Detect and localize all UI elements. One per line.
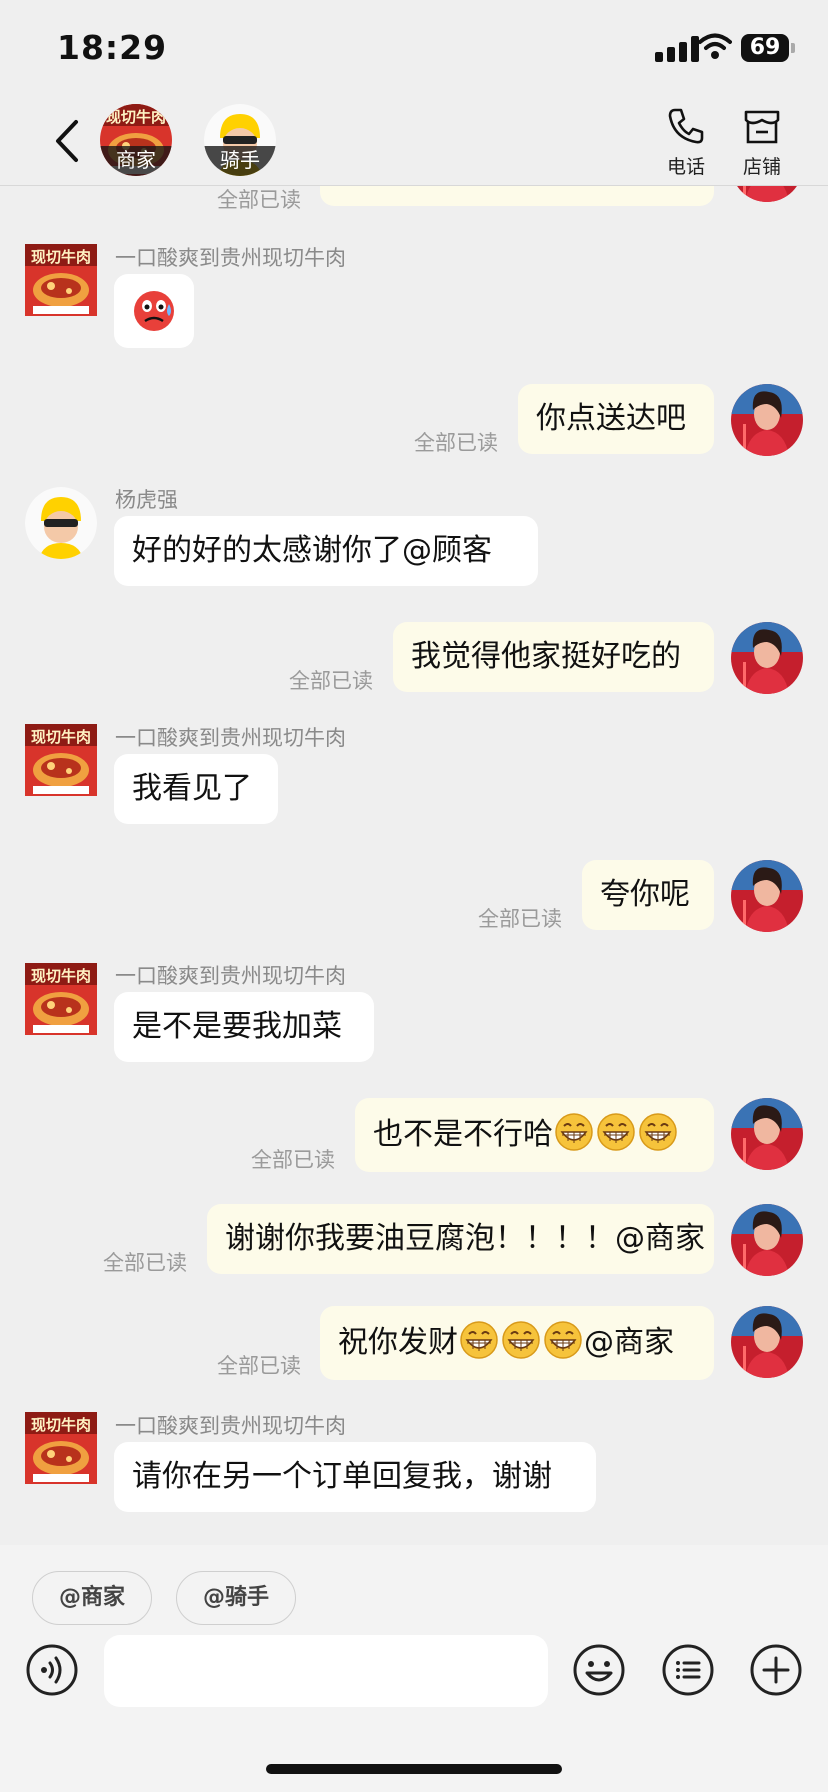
grin-emoji-icon xyxy=(596,1112,636,1152)
read-status: 全部已读 xyxy=(414,431,498,455)
message-bubble[interactable]: 是不是要我加菜 xyxy=(114,992,374,1062)
rider-avatar[interactable] xyxy=(25,487,97,559)
user-avatar[interactable] xyxy=(731,384,803,456)
message-bubble[interactable]: 请你在另一个订单回复我，谢谢 xyxy=(114,1442,596,1512)
phone-label: 电话 xyxy=(666,156,705,178)
user-avatar[interactable] xyxy=(731,1204,803,1276)
chat-messages[interactable]: 全部已读 我们点一份吧 你留着吃吧 一口酸爽到贵州现切牛肉 全部已读 你点送达吧… xyxy=(0,150,828,1545)
grin-emoji-icon xyxy=(554,1112,594,1152)
user-avatar[interactable] xyxy=(731,622,803,694)
battery-cap xyxy=(791,43,795,53)
sender-name: 杨虎强 xyxy=(115,488,178,512)
sender-name: 一口酸爽到贵州现切牛肉 xyxy=(115,726,346,750)
status-bar: 18:29 69 xyxy=(0,0,828,100)
rider-tab-label: 骑手 xyxy=(204,146,276,176)
mention-text: @商家 xyxy=(584,1325,674,1360)
status-time: 18:29 xyxy=(57,28,168,67)
plus-icon[interactable] xyxy=(749,1643,803,1697)
sender-name: 一口酸爽到贵州现切牛肉 xyxy=(115,246,346,270)
user-avatar[interactable] xyxy=(731,1306,803,1378)
cellular-signal-icon xyxy=(655,36,701,62)
home-indicator[interactable] xyxy=(266,1764,562,1774)
merchant-avatar[interactable] xyxy=(25,244,97,316)
list-icon[interactable] xyxy=(661,1643,715,1697)
wifi-icon xyxy=(698,33,732,59)
read-status: 全部已读 xyxy=(217,188,301,212)
message-input[interactable] xyxy=(104,1635,548,1707)
read-status: 全部已读 xyxy=(251,1148,335,1172)
composer: @商家 @骑手 xyxy=(0,1545,828,1792)
mention-rider-chip[interactable]: @骑手 xyxy=(176,1571,296,1625)
mention-merchant-chip[interactable]: @商家 xyxy=(32,1571,152,1625)
message-text: 祝你发财 xyxy=(338,1325,458,1360)
sender-name: 一口酸爽到贵州现切牛肉 xyxy=(115,964,346,988)
battery-indicator: 69 xyxy=(741,34,789,62)
merchant-avatar[interactable] xyxy=(25,963,97,1035)
merchant-tab-label: 商家 xyxy=(100,146,172,176)
message-bubble[interactable]: 你点送达吧 xyxy=(518,384,714,454)
message-bubble[interactable]: 我觉得他家挺好吃的 xyxy=(393,622,714,692)
grin-emoji-icon xyxy=(459,1320,499,1360)
message-bubble[interactable]: 祝你发财 @商家 xyxy=(320,1306,714,1380)
user-avatar[interactable] xyxy=(731,1098,803,1170)
worried-emoji-icon xyxy=(134,291,174,331)
voice-icon[interactable] xyxy=(25,1643,79,1697)
message-bubble[interactable] xyxy=(114,274,194,348)
chat-header: 商家 骑手 电话 店铺 xyxy=(0,100,828,186)
back-chevron-icon[interactable] xyxy=(48,118,88,164)
store-button[interactable]: 店铺 xyxy=(732,106,792,179)
read-status: 全部已读 xyxy=(289,669,373,693)
store-label: 店铺 xyxy=(742,156,781,178)
rider-tab[interactable]: 骑手 xyxy=(204,104,276,176)
read-status: 全部已读 xyxy=(478,907,562,931)
merchant-tab[interactable]: 商家 xyxy=(100,104,172,176)
sender-name: 一口酸爽到贵州现切牛肉 xyxy=(115,1414,346,1438)
message-bubble[interactable]: 好的好的太感谢你了@顾客 xyxy=(114,516,538,586)
grin-emoji-icon xyxy=(501,1320,541,1360)
grin-emoji-icon xyxy=(638,1112,678,1152)
message-bubble[interactable]: 夸你呢 xyxy=(582,860,714,930)
read-status: 全部已读 xyxy=(103,1251,187,1275)
message-bubble[interactable]: 我看见了 xyxy=(114,754,278,824)
message-bubble[interactable]: 也不是不行哈 xyxy=(355,1098,714,1172)
phone-button[interactable]: 电话 xyxy=(656,106,716,179)
phone-icon xyxy=(668,108,704,144)
merchant-avatar[interactable] xyxy=(25,1412,97,1484)
message-text: 也不是不行哈 xyxy=(373,1117,553,1152)
merchant-avatar[interactable] xyxy=(25,724,97,796)
emoji-icon[interactable] xyxy=(572,1643,626,1697)
message-bubble[interactable]: 谢谢你我要油豆腐泡！！！！@商家 xyxy=(207,1204,714,1274)
read-status: 全部已读 xyxy=(217,1354,301,1378)
store-icon xyxy=(744,110,780,144)
user-avatar[interactable] xyxy=(731,860,803,932)
grin-emoji-icon xyxy=(543,1320,583,1360)
